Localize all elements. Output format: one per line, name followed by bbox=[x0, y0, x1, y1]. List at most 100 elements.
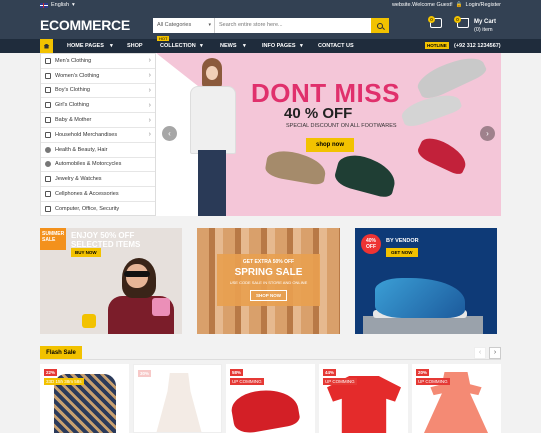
spring-sale-box: GET EXTRA 50% OFF SPRING SALE USE CODE S… bbox=[217, 254, 320, 306]
login-link[interactable]: Login/Register bbox=[466, 2, 501, 8]
welcome-text: website.Welcome Guest! bbox=[391, 2, 453, 8]
nav-contact-us[interactable]: CONTACT US bbox=[318, 43, 354, 49]
chevron-down-icon: ▾ bbox=[200, 43, 203, 49]
banner-summer-sale[interactable]: SUMMER SALE ENJOY 50% OFF SELECTED ITEMS B… bbox=[40, 228, 182, 334]
car-icon bbox=[45, 161, 51, 168]
uk-flag-icon bbox=[40, 2, 48, 8]
hotline-phone[interactable]: (+92 312 1234567) bbox=[454, 43, 501, 49]
sidebar-item-automobiles[interactable]: Automobiles & Motorcycles bbox=[41, 158, 155, 173]
banner-line1: ENJOY 50% OFF bbox=[71, 231, 135, 240]
chevron-right-icon: › bbox=[148, 101, 151, 109]
countdown-badge: 33D 15h 38m 58s bbox=[44, 378, 84, 385]
sidebar-item-label: Baby & Mother bbox=[55, 117, 92, 124]
sidebar-item-cellphones[interactable]: Cellphones & Accessories bbox=[41, 187, 155, 202]
cart-summary[interactable]: My Cart (0) item bbox=[474, 18, 496, 34]
product-card[interactable]: 58% UP COMMING bbox=[226, 364, 315, 433]
search-bar: All Categories ▾ Search entire store her… bbox=[153, 18, 389, 33]
sidebar-item-label: Automobiles & Motorcycles bbox=[55, 161, 122, 168]
wishlist-badge: 0 bbox=[428, 16, 435, 23]
shirt-icon bbox=[45, 57, 51, 64]
language-label: English bbox=[51, 2, 70, 8]
flash-next-button[interactable]: › bbox=[489, 347, 501, 359]
product-card[interactable]: 30% bbox=[133, 364, 222, 433]
sidebar-item-label: Women's Clothing bbox=[55, 72, 100, 79]
sidebar-item-jewelry[interactable]: Jewelry & Watches bbox=[41, 172, 155, 188]
discount-badge: 44% bbox=[323, 369, 337, 376]
top-bar: English ▾ website.Welcome Guest! 🔒 Login… bbox=[0, 0, 541, 11]
sidebar-item-boys-clothing[interactable]: Boy's Clothing › bbox=[41, 84, 155, 99]
upcoming-badge: UP COMMING bbox=[323, 378, 357, 385]
spring-line3: USE CODE SALE IN STORE AND ONLINE bbox=[229, 280, 308, 285]
search-input[interactable]: Search entire store here... bbox=[215, 18, 371, 33]
sidebar-item-computer[interactable]: Computer, Office, Security bbox=[41, 202, 155, 217]
sidebar-item-mens-clothing[interactable]: Men's Clothing › bbox=[41, 54, 155, 69]
vendor-label: BY VENDOR bbox=[386, 238, 419, 244]
category-select[interactable]: All Categories ▾ bbox=[153, 18, 215, 33]
sidebar-item-label: Boy's Clothing bbox=[55, 87, 90, 94]
hero-subtitle: SPECIAL DISCOUNT ON ALL FOOTWARES bbox=[286, 123, 397, 129]
flash-prev-button[interactable]: ‹ bbox=[474, 347, 486, 359]
chevron-down-icon: ▾ bbox=[110, 43, 113, 49]
nav-info-pages[interactable]: INFO PAGES bbox=[262, 43, 296, 49]
nav-news[interactable]: NEWS bbox=[220, 43, 237, 49]
sidebar-item-label: Computer, Office, Security bbox=[55, 206, 120, 213]
sidebar-item-womens-clothing[interactable]: Women's Clothing › bbox=[41, 69, 155, 84]
upcoming-badge: UP COMMING bbox=[416, 378, 450, 385]
upcoming-badge: UP COMMING bbox=[230, 378, 264, 385]
shop-now-button[interactable]: SHOP NOW bbox=[250, 290, 287, 301]
get-now-button[interactable]: GET NOW bbox=[386, 248, 418, 257]
boy-icon bbox=[45, 87, 51, 94]
sidebar-item-girls-clothing[interactable]: Girl's Clothing › bbox=[41, 98, 155, 114]
cart-badge: 0 bbox=[454, 16, 461, 23]
sidebar-item-household[interactable]: Household Merchandises › bbox=[41, 128, 155, 143]
product-image-dress bbox=[156, 373, 202, 432]
chevron-down-icon: ▾ bbox=[243, 43, 246, 49]
banner-vendor[interactable]: 40% OFF BY VENDOR GET NOW bbox=[355, 228, 497, 334]
spring-line2: SPRING SALE bbox=[234, 267, 303, 278]
slider-prev-button[interactable]: ‹ bbox=[162, 126, 177, 141]
chevron-right-icon: › bbox=[148, 86, 151, 94]
flash-sale-tab[interactable]: Flash Sale bbox=[40, 346, 82, 360]
product-card[interactable]: 44% UP COMMING bbox=[319, 364, 408, 433]
chevron-right-icon: › bbox=[148, 116, 151, 124]
sidebar-item-baby-mother[interactable]: Baby & Mother › bbox=[41, 113, 155, 128]
slider-next-button[interactable]: › bbox=[480, 126, 495, 141]
nav-home-pages[interactable]: HOME PAGES bbox=[67, 43, 104, 49]
buy-now-button[interactable]: BUY NOW bbox=[71, 248, 101, 257]
product-card[interactable]: 20% UP COMMING bbox=[412, 364, 501, 433]
chevron-right-icon: › bbox=[148, 131, 151, 139]
header: ECOMMERCE All Categories ▾ Search entire… bbox=[0, 11, 541, 39]
language-selector[interactable]: English ▾ bbox=[40, 2, 75, 8]
sidebar-item-label: Jewelry & Watches bbox=[55, 176, 102, 183]
chevron-right-icon: › bbox=[148, 72, 151, 80]
pct-line2: OFF bbox=[366, 244, 376, 250]
logo[interactable]: ECOMMERCE bbox=[40, 17, 130, 33]
chevron-down-icon: ▾ bbox=[300, 43, 303, 49]
main-nav: HOME PAGES ▾ SHOP HOT COLLECTION ▾ NEWS … bbox=[0, 36, 541, 53]
discount-badge: 20% bbox=[416, 369, 430, 376]
category-sidebar: Men's Clothing › Women's Clothing › Boy's … bbox=[40, 53, 156, 216]
search-icon bbox=[377, 22, 383, 29]
hotline-badge: HOTLINE bbox=[425, 42, 449, 49]
sidebar-item-label: Men's Clothing bbox=[55, 57, 92, 64]
sidebar-item-health-beauty[interactable]: Health & Beauty, Hair bbox=[41, 143, 155, 158]
watch-icon bbox=[45, 176, 51, 183]
search-button[interactable] bbox=[371, 18, 389, 33]
nav-collection[interactable]: COLLECTION bbox=[160, 43, 196, 49]
lock-icon: 🔒 bbox=[455, 2, 463, 8]
summer-sale-corner: SUMMER SALE bbox=[40, 228, 66, 250]
woman-photo bbox=[106, 258, 176, 334]
product-card[interactable]: 22% 33D 15h 38m 58s bbox=[40, 364, 129, 433]
phone-icon bbox=[45, 191, 51, 198]
shopping-bag-image bbox=[82, 314, 96, 328]
hero-slider[interactable]: DONT MISS 40 % OFF SPECIAL DISCOUNT ON A… bbox=[156, 53, 501, 216]
discount-badge: 30% bbox=[138, 370, 152, 377]
category-select-label: All Categories bbox=[157, 22, 192, 28]
computer-icon bbox=[45, 206, 51, 213]
banner-spring-sale[interactable]: GET EXTRA 50% OFF SPRING SALE USE CODE S… bbox=[197, 228, 340, 334]
home-button[interactable] bbox=[40, 39, 53, 53]
hero-shop-now-button[interactable]: shop now bbox=[306, 138, 354, 152]
hero-model-image bbox=[184, 58, 244, 216]
beauty-icon bbox=[45, 146, 51, 153]
nav-shop[interactable]: SHOP bbox=[127, 43, 143, 49]
